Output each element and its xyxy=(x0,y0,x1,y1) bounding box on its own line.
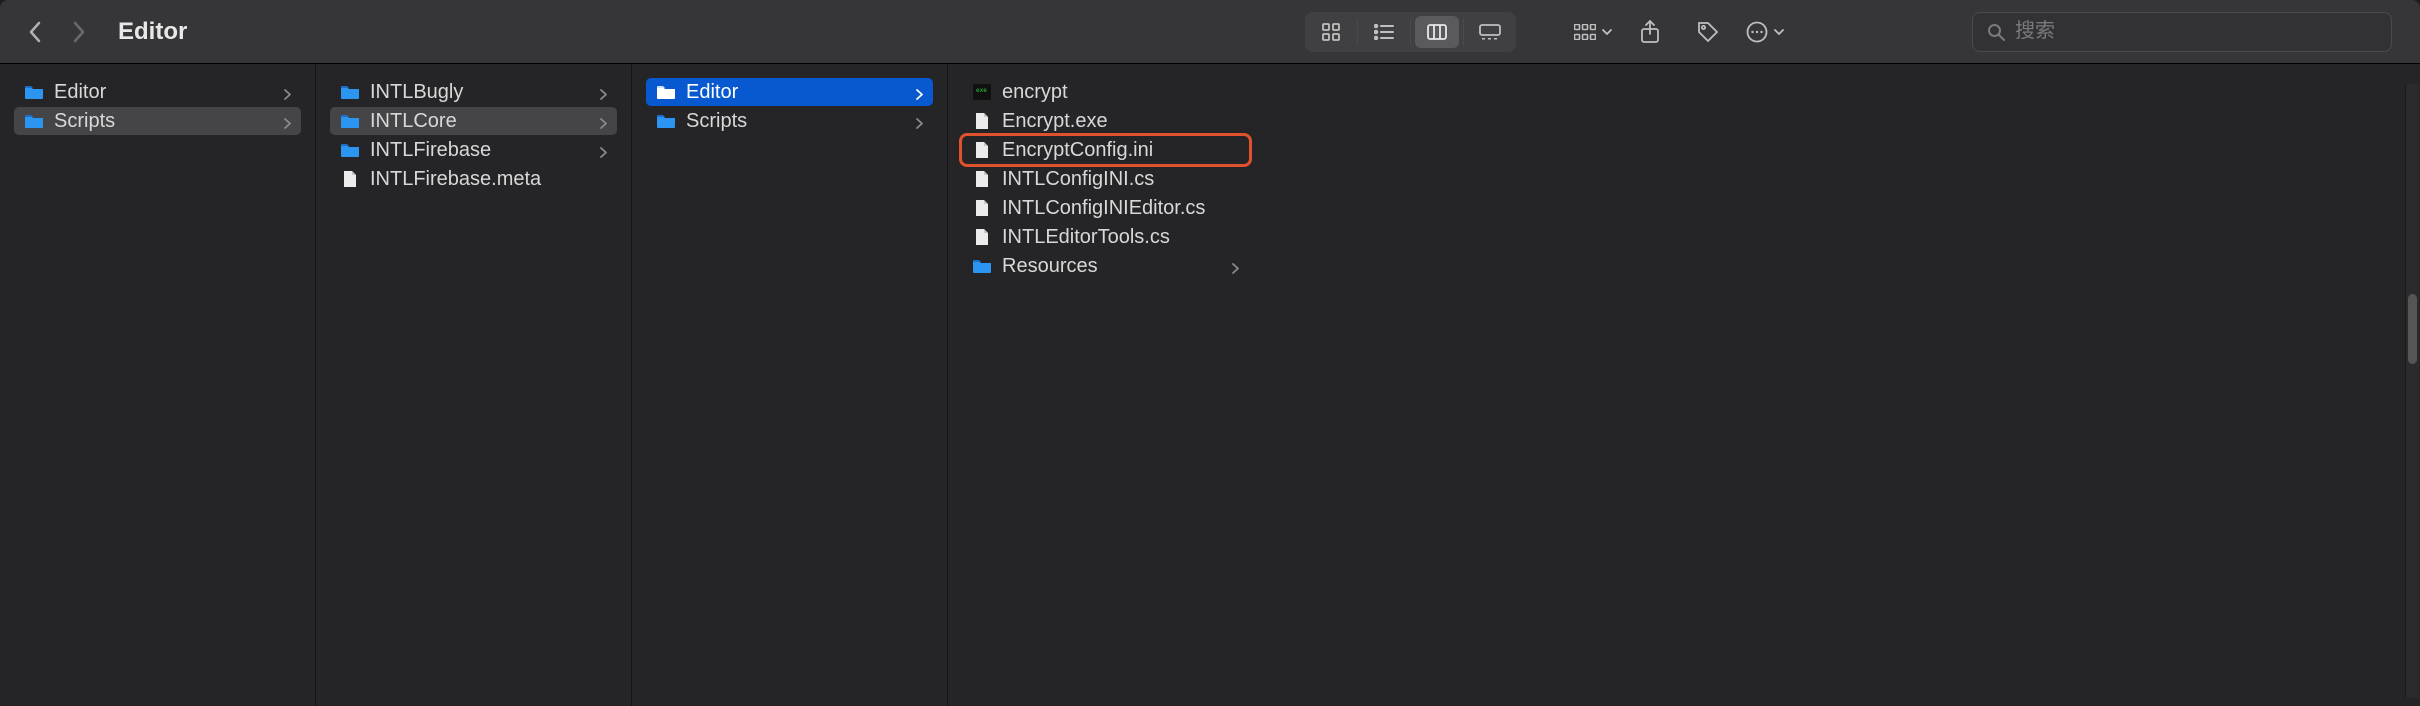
view-mode-group xyxy=(1305,12,1516,52)
gallery-view-button[interactable] xyxy=(1468,16,1512,48)
file-icon xyxy=(972,200,992,216)
chevron-right-icon xyxy=(284,116,291,127)
tags-button[interactable] xyxy=(1688,12,1728,52)
chevron-right-icon xyxy=(916,87,923,98)
share-button[interactable] xyxy=(1630,12,1670,52)
list-view-button[interactable] xyxy=(1362,16,1406,48)
folder-row[interactable]: INTLCore xyxy=(330,107,617,135)
chevron-right-icon xyxy=(600,116,607,127)
folder-row[interactable]: Resources xyxy=(962,252,1249,280)
divider xyxy=(1463,19,1464,45)
search-input[interactable] xyxy=(2015,20,2377,43)
group-by-button[interactable] xyxy=(1574,12,1612,52)
executable-icon: exe xyxy=(972,84,992,100)
file-icon xyxy=(972,142,992,158)
row-label: Resources xyxy=(1002,255,1222,278)
file-row[interactable]: INTLConfigINIEditor.cs xyxy=(962,194,1249,222)
file-icon xyxy=(972,113,992,129)
file-row[interactable]: EncryptConfig.ini xyxy=(962,136,1249,164)
row-label: Scripts xyxy=(686,110,906,133)
search-box[interactable] xyxy=(1972,12,2392,52)
toolbar: Editor xyxy=(0,0,2420,64)
browser-column: exe encrypt Encrypt.exe EncryptConfig.ini IN… xyxy=(948,64,1263,706)
file-row[interactable]: INTLFirebase.meta xyxy=(330,165,617,193)
chevron-right-icon xyxy=(600,87,607,98)
browser-column: Editor Scripts xyxy=(632,64,947,706)
scrollbar-vertical[interactable] xyxy=(2405,84,2419,698)
scrollbar-thumb[interactable] xyxy=(2408,294,2417,364)
folder-icon xyxy=(24,113,44,129)
row-label: Scripts xyxy=(54,110,274,133)
row-label: INTLFirebase.meta xyxy=(370,168,607,191)
row-label: INTLBugly xyxy=(370,81,590,104)
row-label: encrypt xyxy=(1002,81,1239,104)
row-label: INTLFirebase xyxy=(370,139,590,162)
file-row[interactable]: INTLEditorTools.cs xyxy=(962,223,1249,251)
folder-icon xyxy=(972,258,992,274)
folder-row[interactable]: Scripts xyxy=(14,107,301,135)
row-label: INTLConfigINI.cs xyxy=(1002,168,1239,191)
row-label: INTLConfigINIEditor.cs xyxy=(1002,197,1239,220)
page-title: Editor xyxy=(118,18,187,46)
back-button[interactable] xyxy=(28,21,42,43)
folder-icon xyxy=(656,84,676,100)
file-row[interactable]: exe encrypt xyxy=(962,78,1249,106)
svg-text:exe: exe xyxy=(976,87,987,94)
folder-icon xyxy=(340,113,360,129)
chevron-down-icon xyxy=(1774,29,1784,35)
folder-icon xyxy=(340,142,360,158)
chevron-right-icon xyxy=(1232,261,1239,272)
folder-icon xyxy=(24,84,44,100)
folder-row[interactable]: INTLFirebase xyxy=(330,136,617,164)
chevron-right-icon xyxy=(600,145,607,156)
file-row[interactable]: Encrypt.exe xyxy=(962,107,1249,135)
file-icon xyxy=(972,171,992,187)
finder-window: Editor xyxy=(0,0,2420,706)
file-icon xyxy=(972,229,992,245)
forward-button[interactable] xyxy=(72,21,86,43)
divider xyxy=(1357,19,1358,45)
folder-row[interactable]: Editor xyxy=(14,78,301,106)
search-icon xyxy=(1987,23,2005,41)
row-label: INTLCore xyxy=(370,110,590,133)
file-row[interactable]: INTLConfigINI.cs xyxy=(962,165,1249,193)
action-menu-button[interactable] xyxy=(1746,12,1784,52)
row-label: Editor xyxy=(686,81,906,104)
browser-column: INTLBugly INTLCore INTLFirebase INTLFirebas… xyxy=(316,64,631,706)
row-label: INTLEditorTools.cs xyxy=(1002,226,1239,249)
folder-row[interactable]: INTLBugly xyxy=(330,78,617,106)
icon-view-button[interactable] xyxy=(1309,16,1353,48)
divider xyxy=(1410,19,1411,45)
chevron-right-icon xyxy=(284,87,291,98)
file-icon xyxy=(340,171,360,187)
row-label: Encrypt.exe xyxy=(1002,110,1239,133)
row-label: EncryptConfig.ini xyxy=(1002,139,1239,162)
chevron-down-icon xyxy=(1602,29,1612,35)
folder-icon xyxy=(656,113,676,129)
browser-column: Editor Scripts xyxy=(0,64,315,706)
folder-row[interactable]: Editor xyxy=(646,78,933,106)
row-label: Editor xyxy=(54,81,274,104)
chevron-right-icon xyxy=(916,116,923,127)
column-view-button[interactable] xyxy=(1415,16,1459,48)
folder-icon xyxy=(340,84,360,100)
nav-buttons xyxy=(28,21,86,43)
folder-row[interactable]: Scripts xyxy=(646,107,933,135)
column-browser: Editor Scripts INTLBugly INTLCore INTLFireba… xyxy=(0,64,2420,706)
